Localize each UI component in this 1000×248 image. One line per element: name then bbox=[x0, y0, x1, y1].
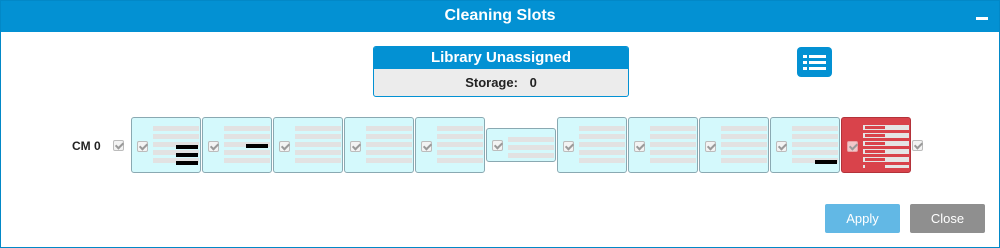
cleaning-magazine[interactable] bbox=[841, 117, 911, 173]
magazine-7[interactable] bbox=[557, 117, 627, 173]
tape bbox=[246, 144, 268, 148]
minimize-icon[interactable] bbox=[973, 10, 991, 26]
cm-row-label: CM 0 bbox=[72, 139, 101, 153]
magazine-6[interactable] bbox=[486, 128, 556, 162]
apply-button[interactable]: Apply bbox=[825, 204, 900, 233]
magazine-8[interactable] bbox=[628, 117, 698, 173]
magazine-10[interactable] bbox=[770, 117, 840, 173]
magazine-1[interactable] bbox=[131, 117, 201, 173]
tape bbox=[176, 161, 198, 165]
magazine-5[interactable] bbox=[415, 117, 485, 173]
storage-row: Storage: 0 bbox=[374, 75, 628, 90]
magazine-checkbox[interactable] bbox=[634, 141, 645, 152]
tape bbox=[176, 153, 198, 157]
tape bbox=[176, 145, 198, 149]
titlebar: Cleaning Slots bbox=[1, 1, 999, 32]
dialog-title: Cleaning Slots bbox=[444, 7, 556, 24]
magazine-checkbox[interactable] bbox=[350, 141, 361, 152]
storage-value: 0 bbox=[529, 75, 537, 90]
library-unassigned-panel: Library Unassigned Storage: 0 bbox=[373, 46, 629, 97]
magazine-9[interactable] bbox=[699, 117, 769, 173]
cm-row-checkbox[interactable] bbox=[113, 140, 124, 151]
magazine-checkbox[interactable] bbox=[776, 141, 787, 152]
magazine-checkbox[interactable] bbox=[421, 141, 432, 152]
magazine-3[interactable] bbox=[273, 117, 343, 173]
trailing-checkbox[interactable] bbox=[912, 140, 923, 151]
magazine-checkbox[interactable] bbox=[208, 141, 219, 152]
magazine-checkbox[interactable] bbox=[563, 141, 574, 152]
tape bbox=[815, 160, 837, 164]
magazine-checkbox[interactable] bbox=[705, 141, 716, 152]
list-view-icon[interactable] bbox=[797, 47, 832, 77]
close-button[interactable]: Close bbox=[910, 204, 985, 233]
magazine-checkbox[interactable] bbox=[492, 140, 503, 151]
storage-label: Storage: bbox=[465, 75, 518, 90]
magazine-checkbox[interactable] bbox=[279, 141, 290, 152]
magazine-checkbox[interactable] bbox=[137, 141, 148, 152]
magazine-checkbox[interactable] bbox=[847, 141, 858, 152]
cleaning-slots-dialog: Cleaning Slots Library Unassigned Storag… bbox=[0, 0, 1000, 248]
library-unassigned-header: Library Unassigned bbox=[374, 47, 628, 69]
magazine-4[interactable] bbox=[344, 117, 414, 173]
magazine-2[interactable] bbox=[202, 117, 272, 173]
